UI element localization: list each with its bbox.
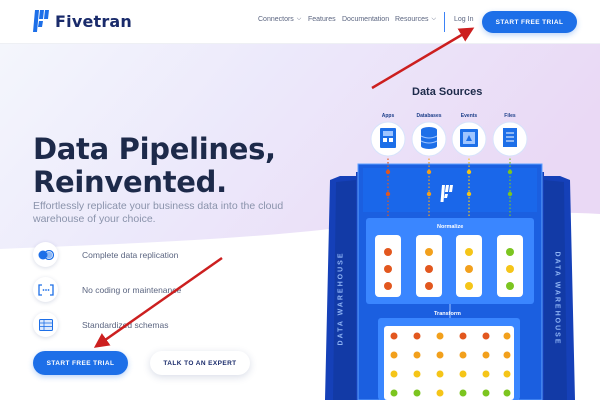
warehouse-label-right: DATA WAREHOUSE [553,251,561,346]
nav-resources-label: Resources [395,16,429,23]
data-pipeline-illustration [325,121,575,400]
nav-connectors[interactable]: Connectors ⌵ [258,16,301,23]
feature-label: Standardized schemas [82,319,169,330]
hero-start-trial-label: START FREE TRIAL [46,359,115,367]
nav-resources[interactable]: Resources ⌵ [395,16,436,23]
source-label-events: Events [460,113,478,119]
feature-item: Complete data replication [33,242,178,267]
fivetran-logo-icon [33,10,49,32]
warehouse-label-left: DATA WAREHOUSE [337,251,345,346]
transform-label: Transform [434,311,461,317]
feature-label: Complete data replication [82,249,179,260]
header-start-trial-button[interactable]: START FREE TRIAL [482,11,577,33]
normalize-label: Normalize [437,224,464,230]
nav-documentation[interactable]: Documentation [342,16,389,23]
nav-documentation-label: Documentation [342,16,390,23]
toggle-circles-icon [33,242,58,267]
nav-features[interactable]: Features [308,16,336,23]
source-databases-node [411,121,447,157]
header-start-trial-label: START FREE TRIAL [495,18,564,26]
feature-item: No coding or maintenance [33,277,181,302]
nav-features-label: Features [308,16,336,23]
code-brackets-icon [33,277,58,302]
talk-to-expert-button[interactable]: TALK TO AN EXPERT [150,351,250,375]
feature-item: Standardized schemas [33,312,168,337]
hero-headline: Data Pipelines, Reinvented. [33,133,333,199]
logo-wordmark: Fivetran [55,11,133,31]
hero-subtitle: Effortlessly replicate your business dat… [33,200,284,225]
source-files-node [492,121,528,157]
source-events-node [451,121,487,157]
fivetran-logo[interactable]: Fivetran [33,10,132,32]
source-label-databases: Databases [416,113,442,119]
nav-connectors-label: Connectors [258,16,294,23]
feature-label: No coding or maintenance [82,284,182,295]
chevron-down-icon: ⌵ [431,16,437,22]
nav-login[interactable]: Log In [454,16,473,23]
table-grid-icon [33,312,58,337]
top-nav-bar: Fivetran Connectors ⌵ Features Documenta… [0,0,600,44]
nav-login-label: Log In [454,16,474,23]
source-label-files: Files [504,113,516,119]
fivetran-landing-page: Fivetran Connectors ⌵ Features Documenta… [0,0,600,400]
source-apps-node [370,121,406,157]
source-label-apps: Apps [381,113,395,119]
talk-to-expert-label: TALK TO AN EXPERT [163,359,237,367]
chevron-down-icon: ⌵ [296,16,302,22]
headline-line-2: Reinvented. [33,165,227,199]
headline-line-1: Data Pipelines, [33,132,276,166]
hero-start-trial-button[interactable]: START FREE TRIAL [33,351,128,375]
data-sources-title: Data Sources [412,86,483,98]
nav-divider [444,12,445,32]
